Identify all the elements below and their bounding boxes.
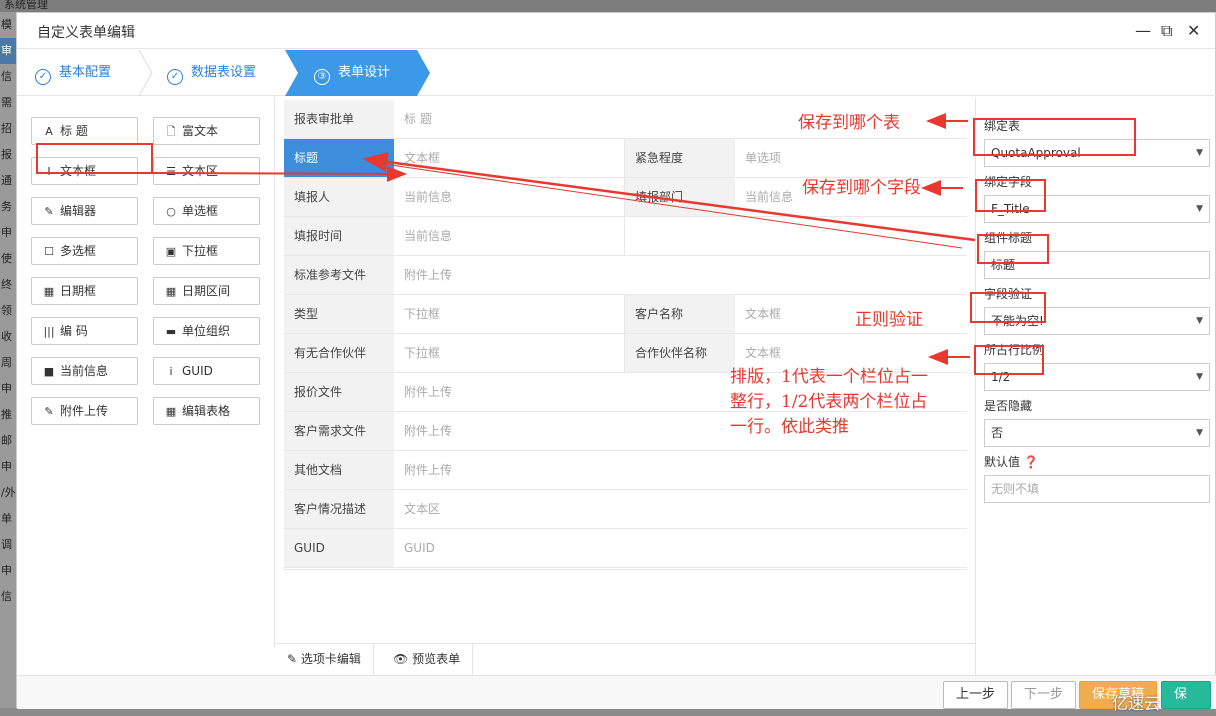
annotation-layout-line2: 整行，1/2代表两个栏位占 xyxy=(730,392,928,412)
annotation-layout-line1: 排版，1代表一个栏位占一 xyxy=(730,367,928,387)
watermark-logo: 亿速云 xyxy=(1112,694,1161,713)
annotation-regex: 正则验证 xyxy=(855,310,923,330)
annotation-save-table: 保存到哪个表 xyxy=(798,113,900,133)
annotation-arrows xyxy=(152,113,976,365)
annotation-save-field: 保存到哪个字段 xyxy=(802,178,921,198)
annotation-layout-line3: 一行。依此类推 xyxy=(730,417,849,437)
